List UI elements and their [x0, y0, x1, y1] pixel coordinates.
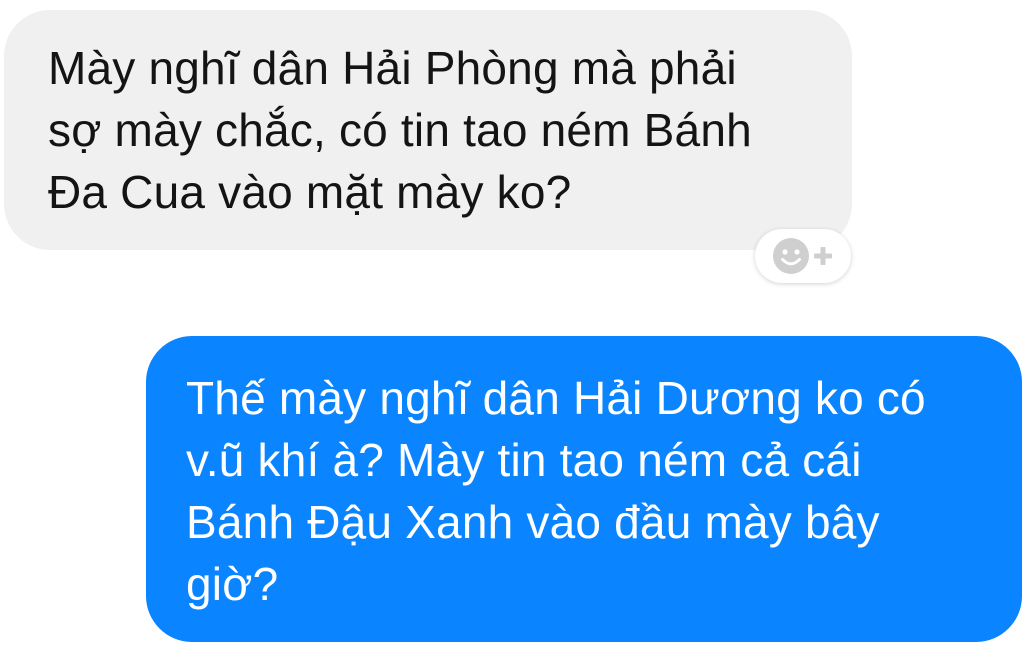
message-text-line: Mày nghĩ dân Hải Phòng mà phải — [48, 42, 737, 94]
outgoing-message-bubble[interactable]: Thế mày nghĩ dân Hải Dương ko có v.ũ khí… — [146, 336, 1022, 642]
incoming-message-bubble[interactable]: Mày nghĩ dân Hải Phòng mà phải sợ mày ch… — [4, 10, 852, 250]
message-text-line: Bánh Đậu Xanh vào đầu mày bây — [186, 496, 880, 548]
message-text-line: sợ mày chắc, có tin tao ném Bánh — [48, 104, 752, 156]
message-text-line: Thế mày nghĩ dân Hải Dương ko có — [186, 372, 926, 424]
message-text-line: v.ũ khí à? Mày tin tao ném cả cái — [186, 434, 862, 486]
plus-icon — [812, 245, 834, 267]
message-text-line: giờ? — [186, 558, 279, 610]
message-text-line: Đa Cua vào mặt mày ko? — [48, 166, 572, 218]
smiley-face-icon — [772, 237, 810, 275]
add-reaction-button[interactable] — [755, 229, 851, 283]
